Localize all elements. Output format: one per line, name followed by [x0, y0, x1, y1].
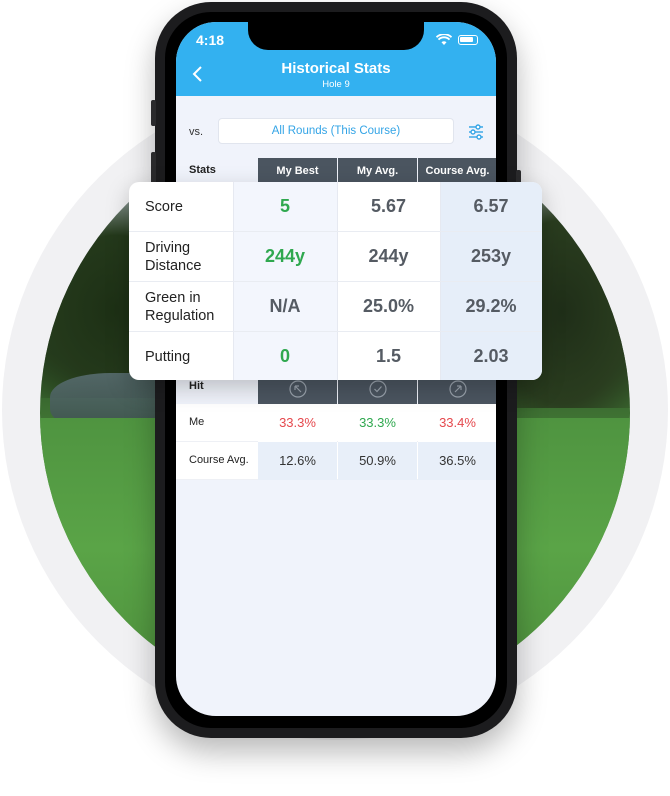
putting-course-avg: 2.03	[473, 346, 509, 366]
comparison-select[interactable]: All Rounds (This Course)	[218, 118, 454, 144]
table-row: Course Avg. 12.6% 50.9% 36.5%	[176, 442, 496, 480]
hit-me-left: 33.3%	[258, 404, 337, 442]
putting-my-avg: 1.5	[375, 346, 402, 366]
gir-course-avg: 29.2%	[465, 296, 517, 316]
wifi-icon	[436, 34, 452, 45]
filter-sliders-icon[interactable]	[466, 122, 486, 142]
hit-course-right: 36.5%	[418, 442, 496, 480]
gir-my-avg: 25.0%	[362, 296, 415, 316]
stat-label-putting: Putting	[145, 349, 191, 365]
score-my-avg: 5.67	[370, 196, 407, 216]
battery-icon	[458, 35, 478, 45]
stat-label-score: Score	[145, 199, 183, 215]
stats-header-label: Stats	[189, 164, 216, 176]
stat-label-gir: Green in Regulation	[145, 290, 215, 324]
putting-my-best: 0	[279, 346, 290, 366]
hit-course-left: 12.6%	[258, 442, 337, 480]
row-label: Me	[189, 416, 205, 428]
table-row: Driving Distance 244y 244y 253y	[129, 232, 542, 281]
comparison-row: vs. All Rounds (This Course)	[176, 96, 496, 156]
arrow-up-right-icon	[449, 380, 467, 398]
check-icon	[369, 380, 387, 398]
table-row: Green in Regulation N/A 25.0% 29.2%	[129, 282, 542, 331]
stats-table-header: Stats My Best My Avg. Course Avg.	[176, 158, 496, 184]
table-row: Score 5 5.67 6.57	[129, 182, 542, 231]
hit-me-right: 33.4%	[418, 404, 496, 442]
phone-notch	[248, 22, 424, 50]
stats-card: Score 5 5.67 6.57 Driving Distance 244y …	[129, 182, 542, 380]
score-my-best: 5	[279, 196, 290, 216]
hit-header-label: Hit	[189, 380, 204, 392]
arrow-up-left-icon	[289, 380, 307, 398]
hit-me-fairway: 33.3%	[338, 404, 417, 442]
column-header-my-best: My Best	[258, 158, 337, 184]
navigation-bar: 4:18 Historical Stats Hole 9	[176, 22, 496, 96]
status-time: 4:18	[196, 32, 225, 48]
gir-my-best: N/A	[269, 296, 301, 316]
page-subtitle: Hole 9	[322, 79, 350, 90]
driving-my-avg: 244y	[368, 246, 409, 266]
row-label: Course Avg.	[189, 454, 249, 466]
page-title: Historical Stats	[281, 60, 391, 77]
score-course-avg: 6.57	[473, 196, 509, 216]
column-header-my-avg: My Avg.	[338, 158, 417, 184]
driving-my-best: 244y	[264, 246, 306, 266]
stat-label-driving-distance: Driving Distance	[145, 240, 202, 274]
column-header-course-avg: Course Avg.	[418, 158, 496, 184]
hit-course-fairway: 50.9%	[338, 442, 417, 480]
driving-course-avg: 253y	[470, 246, 512, 266]
table-row: Putting 0 1.5 2.03	[129, 332, 542, 380]
table-row: Me 33.3% 33.3% 33.4%	[176, 404, 496, 442]
status-icons	[436, 34, 478, 46]
app-promo-stage: 4:18 Historical Stats Hole 9 vs. All Rou…	[0, 0, 670, 796]
vs-label: vs.	[189, 126, 204, 138]
